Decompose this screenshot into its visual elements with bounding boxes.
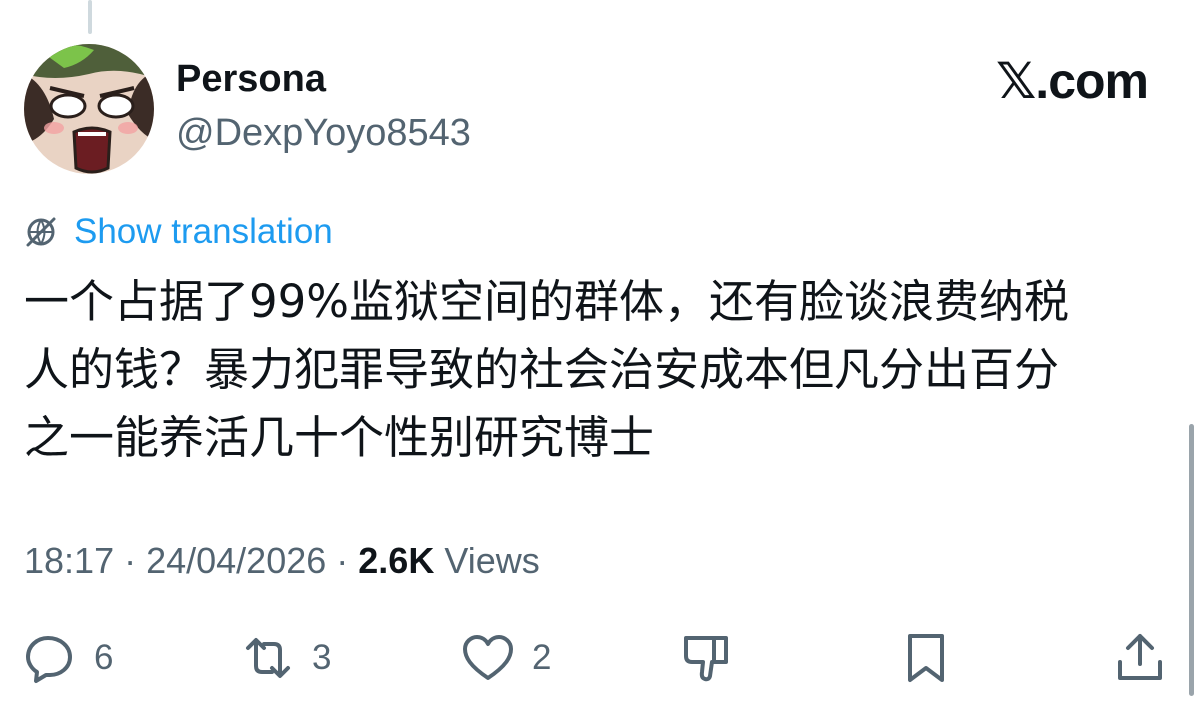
bookmark-button[interactable]: [900, 628, 952, 688]
reply-button[interactable]: 6: [24, 628, 113, 688]
meta-separator: ·: [326, 540, 359, 581]
avatar[interactable]: [24, 44, 154, 174]
author-display-name[interactable]: Persona: [176, 58, 326, 101]
tweet-text: 一个占据了99%监狱空间的群体，还有脸谈浪费纳税 人的钱？暴力犯罪导致的社会治安…: [24, 268, 1164, 472]
tweet-text-line: 人的钱？暴力犯罪导致的社会治安成本但凡分出百分: [24, 343, 1060, 396]
brand-watermark: 𝕏.com: [996, 53, 1149, 109]
show-translation-link[interactable]: Show translation: [24, 208, 333, 256]
views-count[interactable]: 2.6K: [358, 540, 434, 581]
views-label[interactable]: Views: [434, 540, 539, 581]
thumbs-down-icon: [684, 636, 728, 682]
reply-count: 6: [94, 638, 114, 677]
dislike-button[interactable]: [680, 628, 732, 688]
like-count: 2: [532, 638, 552, 677]
meta-separator: ·: [114, 540, 147, 581]
repost-count: 3: [312, 638, 332, 677]
share-icon: [1118, 634, 1162, 680]
author-handle[interactable]: @DexpYoyo8543: [176, 112, 471, 155]
repost-icon: [246, 638, 290, 678]
thread-connector-line: [88, 0, 92, 34]
globe-slash-icon: [26, 217, 56, 247]
bookmark-icon: [908, 634, 944, 682]
repost-button[interactable]: 3: [242, 628, 331, 688]
tweet-time[interactable]: 18:17: [24, 540, 114, 581]
tweet-date[interactable]: 24/04/2026: [146, 540, 326, 581]
tweet-text-line: 一个占据了99%监狱空间的群体，还有脸谈浪费纳税: [24, 275, 1070, 328]
tweet-text-line: 之一能养活几十个性别研究博士: [24, 411, 655, 464]
share-button[interactable]: [1114, 628, 1166, 688]
show-translation-label: Show translation: [74, 212, 333, 251]
scrollbar[interactable]: [1189, 424, 1194, 696]
heart-icon: [463, 635, 513, 680]
like-button[interactable]: 2: [462, 628, 551, 688]
avatar-image: [24, 44, 154, 174]
tweet-meta: 18:17 · 24/04/2026 · 2.6K Views: [24, 540, 540, 582]
action-bar: 6 3 2: [0, 628, 1200, 688]
comment-icon: [26, 636, 72, 683]
